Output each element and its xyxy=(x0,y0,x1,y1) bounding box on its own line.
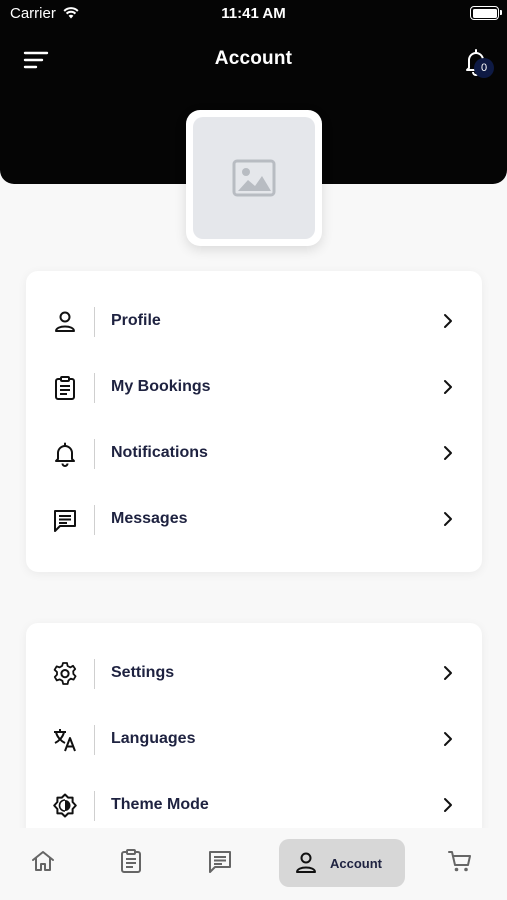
gear-icon xyxy=(53,662,77,685)
chevron-right-icon xyxy=(444,512,452,526)
menu-row-theme-mode[interactable]: Theme Mode xyxy=(26,785,482,825)
menu-row-my-bookings[interactable]: My Bookings xyxy=(26,367,482,407)
tab-account[interactable]: Account xyxy=(279,839,405,887)
avatar-placeholder xyxy=(193,117,315,239)
menu-label: Settings xyxy=(111,664,175,681)
tab-account-label: Account xyxy=(330,856,382,871)
avatar[interactable] xyxy=(186,110,322,246)
row-divider xyxy=(94,505,95,535)
menu-label: Languages xyxy=(111,730,196,747)
menu-row-settings[interactable]: Settings xyxy=(26,653,482,693)
menu-row-notifications[interactable]: Notifications xyxy=(26,433,482,473)
row-divider xyxy=(94,307,95,337)
person-icon xyxy=(296,852,316,873)
menu-label: Profile xyxy=(111,312,161,329)
menu-label: Theme Mode xyxy=(111,796,209,813)
menu-row-profile[interactable]: Profile xyxy=(26,301,482,341)
bell-icon xyxy=(55,442,75,467)
account-menu-card: Profile My Bookings Notifications Messag… xyxy=(26,271,482,572)
message-icon xyxy=(54,510,76,532)
status-bar: Carrier 11:41 AM xyxy=(0,0,507,28)
menu-label: My Bookings xyxy=(111,378,211,395)
chevron-right-icon xyxy=(444,380,452,394)
status-time: 11:41 AM xyxy=(221,5,286,22)
row-divider xyxy=(94,439,95,469)
chevron-right-icon xyxy=(444,798,452,812)
row-divider xyxy=(94,373,95,403)
message-icon[interactable] xyxy=(207,848,233,874)
chevron-right-icon xyxy=(444,732,452,746)
notification-count-badge: 0 xyxy=(474,58,494,78)
chevron-right-icon xyxy=(444,666,452,680)
clipboard-icon xyxy=(55,376,75,400)
menu-label: Notifications xyxy=(111,444,208,461)
row-divider xyxy=(94,725,95,755)
app-settings-card: Settings Languages Theme Mode xyxy=(26,623,482,843)
person-icon xyxy=(55,311,75,332)
row-divider xyxy=(94,659,95,689)
home-icon[interactable] xyxy=(30,848,56,874)
theme-icon xyxy=(53,793,77,818)
page-title: Account xyxy=(214,48,293,69)
row-divider xyxy=(94,791,95,821)
translate-icon xyxy=(54,729,76,752)
image-placeholder-icon xyxy=(232,159,276,197)
chevron-right-icon xyxy=(444,314,452,328)
clipboard-icon[interactable] xyxy=(118,848,144,874)
bottom-navigation: Account xyxy=(0,828,507,900)
menu-row-languages[interactable]: Languages xyxy=(26,719,482,759)
chevron-right-icon xyxy=(444,446,452,460)
menu-row-messages[interactable]: Messages xyxy=(26,499,482,539)
battery-icon xyxy=(470,6,502,20)
cart-icon[interactable] xyxy=(447,848,473,874)
menu-label: Messages xyxy=(111,510,188,527)
